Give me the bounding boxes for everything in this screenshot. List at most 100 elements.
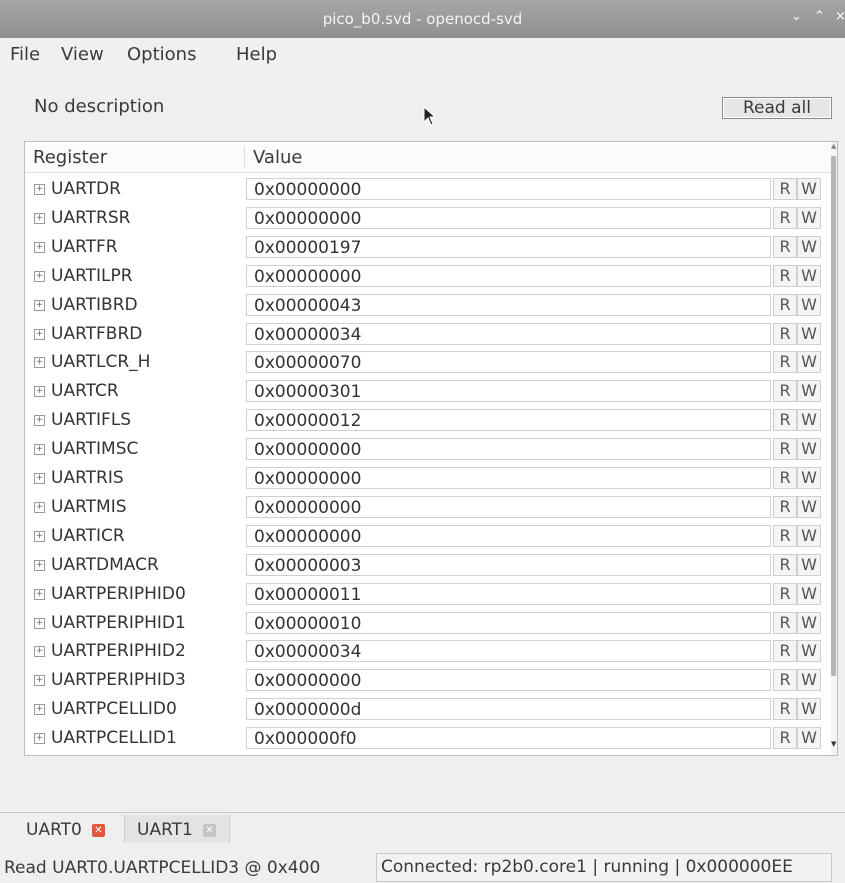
read-register-button[interactable]: R xyxy=(773,380,797,403)
read-register-button[interactable]: R xyxy=(773,409,797,432)
write-register-button[interactable]: W xyxy=(797,467,821,489)
read-register-button[interactable]: R xyxy=(773,467,797,489)
write-register-button[interactable]: W xyxy=(797,553,821,576)
menu-help[interactable]: Help xyxy=(236,44,277,65)
read-register-button[interactable]: R xyxy=(773,235,797,258)
close-tab-icon[interactable]: ✕ xyxy=(92,824,105,837)
register-value-field[interactable]: 0x00000000 xyxy=(246,264,771,287)
read-register-button[interactable]: R xyxy=(773,582,797,605)
read-register-button[interactable]: R xyxy=(773,698,797,721)
write-register-button[interactable]: W xyxy=(797,698,821,721)
read-register-button[interactable]: R xyxy=(773,293,797,316)
register-value-field[interactable]: 0x00000011 xyxy=(246,582,771,605)
expand-icon[interactable]: + xyxy=(34,357,45,369)
read-register-button[interactable]: R xyxy=(773,178,797,200)
register-value-field[interactable]: 0x0000000d xyxy=(246,698,771,721)
register-value-field[interactable]: 0x00000301 xyxy=(246,380,771,403)
register-value-field[interactable]: 0x00000000 xyxy=(246,669,771,692)
expand-icon[interactable]: + xyxy=(34,241,45,253)
register-value-field[interactable]: 0x00000010 xyxy=(246,611,771,634)
menu-file[interactable]: File xyxy=(10,44,40,65)
register-value-field[interactable]: 0x00000000 xyxy=(246,206,771,229)
write-register-button[interactable]: W xyxy=(797,669,821,692)
register-value-field[interactable]: 0x00000197 xyxy=(246,235,771,258)
tab-uart1[interactable]: UART1 ✕ xyxy=(124,815,230,843)
read-all-button[interactable]: Read all xyxy=(722,97,832,119)
write-register-button[interactable]: W xyxy=(797,206,821,229)
read-register-button[interactable]: R xyxy=(773,727,797,750)
read-register-button[interactable]: R xyxy=(773,351,797,374)
write-register-button[interactable]: W xyxy=(797,582,821,605)
register-value-field[interactable]: 0x00000000 xyxy=(246,495,771,518)
scrollbar-thumb[interactable] xyxy=(831,156,836,676)
write-register-button[interactable]: W xyxy=(797,178,821,200)
write-register-button[interactable]: W xyxy=(797,640,821,663)
register-value-field[interactable]: 0x00000034 xyxy=(246,322,771,345)
expand-icon[interactable]: + xyxy=(34,444,45,456)
expand-icon[interactable]: + xyxy=(34,473,45,484)
expand-icon[interactable]: + xyxy=(34,299,45,311)
column-header-value[interactable]: Value xyxy=(253,147,302,168)
expand-icon[interactable]: + xyxy=(34,386,45,398)
write-register-button[interactable]: W xyxy=(797,235,821,258)
read-register-button[interactable]: R xyxy=(773,553,797,576)
write-register-button[interactable]: W xyxy=(797,293,821,316)
read-register-button[interactable]: R xyxy=(773,206,797,229)
scroll-up-icon[interactable]: ▲ xyxy=(831,142,836,150)
register-value-field[interactable]: 0x00000034 xyxy=(246,640,771,663)
register-value-field[interactable]: 0x00000012 xyxy=(246,409,771,432)
write-register-button[interactable]: W xyxy=(797,322,821,345)
register-value-field[interactable]: 0x00000043 xyxy=(246,293,771,316)
register-value-field[interactable]: 0x00000000 xyxy=(246,438,771,461)
read-register-button[interactable]: R xyxy=(773,264,797,287)
read-register-button[interactable]: R xyxy=(773,611,797,634)
write-register-button[interactable]: W xyxy=(797,264,821,287)
expand-icon[interactable]: + xyxy=(34,415,45,427)
register-value-field[interactable]: 0x00000000 xyxy=(246,178,771,200)
expand-icon[interactable]: + xyxy=(34,559,45,571)
expand-icon[interactable]: + xyxy=(34,675,45,687)
register-value-field[interactable]: 0x000000f0 xyxy=(246,727,771,750)
minimize-icon[interactable]: ⌄ xyxy=(791,9,802,24)
close-icon[interactable]: × xyxy=(835,9,845,24)
menu-view[interactable]: View xyxy=(61,44,104,65)
read-register-button[interactable]: R xyxy=(773,669,797,692)
write-register-button[interactable]: W xyxy=(797,495,821,518)
write-register-button[interactable]: W xyxy=(797,727,821,750)
menu-options[interactable]: Options xyxy=(127,44,196,65)
register-value-field[interactable]: 0x00000070 xyxy=(246,351,771,374)
expand-icon[interactable]: + xyxy=(34,212,45,224)
expand-icon[interactable]: + xyxy=(34,617,45,629)
write-register-button[interactable]: W xyxy=(797,380,821,403)
expand-icon[interactable]: + xyxy=(34,588,45,600)
register-value-field[interactable]: 0x00000003 xyxy=(246,553,771,576)
read-register-button[interactable]: R xyxy=(773,438,797,461)
expand-icon[interactable]: + xyxy=(34,530,45,542)
close-tab-icon[interactable]: ✕ xyxy=(203,824,216,837)
expand-icon[interactable]: + xyxy=(34,704,45,716)
expand-icon[interactable]: + xyxy=(34,270,45,282)
expand-icon[interactable]: + xyxy=(34,646,45,658)
tab-uart0[interactable]: UART0 ✕ xyxy=(18,815,123,843)
read-register-button[interactable]: R xyxy=(773,495,797,518)
write-register-button[interactable]: W xyxy=(797,611,821,634)
register-value-field[interactable]: 0x00000000 xyxy=(246,467,771,489)
expand-icon[interactable]: + xyxy=(34,184,45,195)
read-register-button[interactable]: R xyxy=(773,524,797,547)
register-value-field[interactable]: 0x00000000 xyxy=(246,524,771,547)
vertical-scrollbar[interactable]: ▲ ▼ xyxy=(831,142,837,755)
scroll-down-icon[interactable]: ▼ xyxy=(831,740,836,748)
expand-icon[interactable]: + xyxy=(34,501,45,513)
write-register-button[interactable]: W xyxy=(797,351,821,374)
maximize-icon[interactable]: ⌃ xyxy=(814,9,825,24)
write-register-button[interactable]: W xyxy=(797,438,821,461)
write-register-button[interactable]: W xyxy=(797,524,821,547)
read-register-button[interactable]: R xyxy=(773,640,797,663)
column-divider[interactable] xyxy=(244,146,245,168)
expand-icon[interactable]: + xyxy=(34,733,45,745)
expand-icon[interactable]: + xyxy=(34,328,45,340)
register-name: UARTFR xyxy=(51,236,118,257)
read-register-button[interactable]: R xyxy=(773,322,797,345)
write-register-button[interactable]: W xyxy=(797,409,821,432)
column-header-register[interactable]: Register xyxy=(33,147,107,168)
